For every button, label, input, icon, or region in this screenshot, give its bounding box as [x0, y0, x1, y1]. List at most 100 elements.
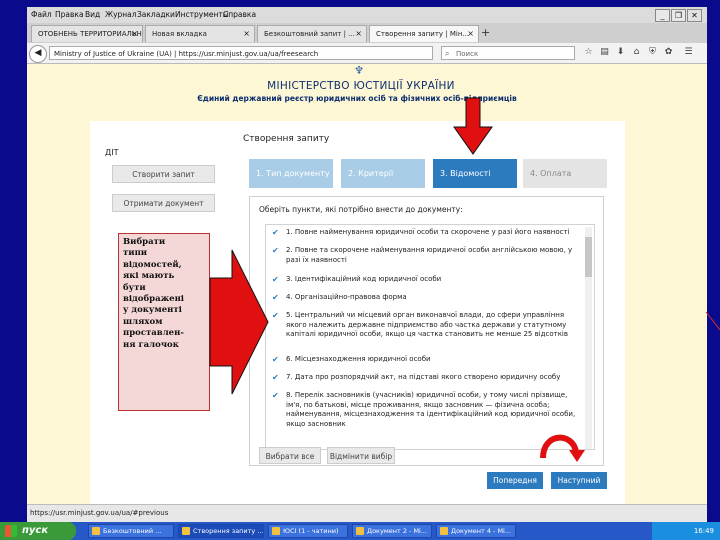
list-item[interactable]: ✔ 8. Перелік засновників (учасників) юри… — [272, 391, 582, 429]
item-label: 4. Організаційно-правова форма — [286, 293, 407, 301]
taskbar-item[interactable]: Безкоштовний ... — [88, 524, 174, 538]
search-input[interactable]: ⌕ Поиск — [441, 46, 575, 60]
windows-logo-icon — [5, 525, 17, 537]
tab-item[interactable]: Безкоштовний запит | ... × — [257, 25, 367, 42]
create-request-button[interactable]: Створити запит — [112, 165, 215, 183]
taskbar-item-label: Безкоштовний ... — [103, 527, 162, 535]
item-label: 2. Повне та скорочене найменування юриди… — [286, 246, 573, 264]
taskbar-item-label: Створення запиту ... — [193, 527, 264, 535]
annotation-note: Вибрати типи відомостей, які мають бути … — [118, 233, 210, 411]
trident-emblem-icon: ♆ — [354, 64, 364, 77]
checkbox-checked-icon[interactable]: ✔ — [272, 311, 279, 321]
tab-bar: ОТОБНЕНЬ ТЕРРИТОРИАЛЬНЕ ... × Новая вкла… — [27, 23, 707, 43]
menu-file[interactable]: Файл — [31, 10, 52, 19]
checkbox-checked-icon[interactable]: ✔ — [272, 293, 279, 303]
list-item[interactable]: ✔ 4. Організаційно-правова форма — [272, 293, 582, 303]
download-icon[interactable]: ⬇ — [615, 47, 626, 58]
window-icon — [92, 527, 100, 535]
taskbar-item-label: Документ 4 - Mi... — [451, 527, 512, 535]
checkbox-checked-icon[interactable]: ✔ — [272, 246, 279, 256]
list-item[interactable]: ✔ 6. Місцезнаходження юридичної особи — [272, 355, 582, 365]
menu-help[interactable]: Справка — [223, 10, 256, 19]
ministry-title: МІНІСТЕРСТВО ЮСТИЦІЇ УКРАЇНИ — [267, 80, 455, 92]
close-window-button[interactable]: ✕ — [687, 9, 702, 22]
word-icon — [356, 527, 364, 535]
menu-view[interactable]: Вид — [85, 10, 100, 19]
shield-icon[interactable]: ⛨ — [647, 47, 658, 58]
list-item[interactable]: ✔ 7. Дата про розпорядчий акт, на підста… — [272, 373, 582, 383]
checkbox-checked-icon[interactable]: ✔ — [272, 391, 279, 401]
step-payment: 4. Оплата — [523, 159, 607, 188]
menu-tools[interactable]: Инструменты — [175, 10, 229, 19]
extension-icon[interactable]: ✿ — [663, 47, 674, 58]
step-information[interactable]: 3. Відомості — [433, 159, 517, 188]
home-icon[interactable]: ⌂ — [631, 47, 642, 58]
tab-item-active[interactable]: Створення запиту | Мін... × — [369, 25, 479, 42]
menu-edit[interactable]: Правка — [55, 10, 84, 19]
taskbar-item[interactable]: ЮСІ (1 - чатини) — [268, 524, 348, 538]
menu-bar: Файл Правка Вид Журнал Закладки Инструме… — [27, 7, 707, 23]
checkbox-checked-icon[interactable]: ✔ — [272, 228, 279, 238]
minimize-button[interactable]: _ — [655, 9, 670, 22]
item-label: 3. Ідентифікаційний код юридичної особи — [286, 275, 442, 283]
step-document-type[interactable]: 1. Тип документу — [249, 159, 333, 188]
tab-label: Безкоштовний запит | ... — [264, 30, 355, 38]
next-button[interactable]: Наступний — [551, 472, 607, 489]
get-document-button[interactable]: Отримати документ — [112, 194, 215, 212]
list-item[interactable]: ✔ 3. Ідентифікаційний код юридичної особ… — [272, 275, 582, 285]
checkbox-checked-icon[interactable]: ✔ — [272, 373, 279, 383]
registry-subtitle: Єдиний державний реєстр юридичних осіб т… — [197, 94, 517, 103]
instruction-text: Оберіть пункти, які потрібно внести до д… — [259, 205, 463, 214]
reading-list-icon[interactable]: ▤ — [599, 47, 610, 58]
taskbar-item-active[interactable]: Створення запиту ... — [178, 524, 264, 538]
search-placeholder: Поиск — [456, 50, 479, 58]
tab-close-icon[interactable]: × — [355, 26, 362, 42]
address-bar[interactable]: Ministry of Justice of Ukraine (UA) | ht… — [49, 46, 433, 60]
menu-icon[interactable]: ☰ — [683, 47, 694, 58]
checkbox-checked-icon[interactable]: ✔ — [272, 355, 279, 365]
new-tab-icon[interactable]: + — [481, 27, 490, 38]
scrollbar-thumb[interactable] — [585, 237, 592, 277]
taskbar: пуск Безкоштовний ... Створення запиту .… — [0, 522, 720, 540]
step-search-criteria[interactable]: 2. Критерії пошуку — [341, 159, 425, 207]
star-icon[interactable]: ☆ — [583, 47, 594, 58]
menu-bookmarks[interactable]: Закладки — [137, 10, 175, 19]
deselect-button[interactable]: Відмінити вибір — [327, 447, 395, 464]
taskbar-item-label: ЮСІ (1 - чатини) — [283, 527, 339, 535]
item-label: 6. Місцезнаходження юридичної особи — [286, 355, 431, 363]
menu-history[interactable]: Журнал — [105, 10, 137, 19]
item-label: 7. Дата про розпорядчий акт, на підставі… — [286, 373, 561, 381]
status-bar: https://usr.minjust.gov.ua/ua/#previous — [27, 504, 707, 522]
list-item[interactable]: ✔ 5. Центральний чи місцевий орган викон… — [272, 311, 582, 340]
item-label: 1. Повне найменування юридичної особи та… — [286, 228, 570, 236]
list-scrollbar[interactable] — [585, 227, 592, 449]
items-list: ✔ 1. Повне найменування юридичної особи … — [265, 224, 595, 450]
search-icon: ⌕ — [445, 49, 450, 58]
navigation-bar: ◀ Ministry of Justice of Ukraine (UA) | … — [27, 43, 707, 64]
checkbox-checked-icon[interactable]: ✔ — [272, 275, 279, 285]
tab-item[interactable]: ОТОБНЕНЬ ТЕРРИТОРИАЛЬНЕ ... × — [31, 25, 143, 42]
item-label: 8. Перелік засновників (учасників) юриди… — [286, 391, 576, 428]
form-title: Створення запиту — [243, 134, 330, 144]
back-arrow-icon[interactable]: ◀ — [29, 45, 47, 63]
list-item[interactable]: ✔ 1. Повне найменування юридичної особи … — [272, 228, 582, 238]
section-label: ДІТ — [105, 148, 119, 157]
word-icon — [440, 527, 448, 535]
select-all-button[interactable]: Вибрати все — [259, 447, 321, 464]
tab-label: Новая вкладка — [152, 30, 207, 38]
maximize-button[interactable]: ❐ — [671, 9, 686, 22]
tab-label: Створення запиту | Мін... — [376, 30, 470, 38]
previous-button[interactable]: Попередня — [487, 472, 543, 489]
firefox-icon — [182, 527, 190, 535]
window-icon — [272, 527, 280, 535]
tab-close-icon[interactable]: × — [243, 26, 250, 42]
list-item[interactable]: ✔ 2. Повне та скорочене найменування юри… — [272, 246, 582, 265]
taskbar-item[interactable]: Документ 2 - Mi... — [352, 524, 432, 538]
start-button[interactable]: пуск — [0, 522, 76, 540]
taskbar-item[interactable]: Документ 4 - Mi... — [436, 524, 516, 538]
tab-close-icon[interactable]: × — [467, 26, 474, 42]
tab-item[interactable]: Новая вкладка × — [145, 25, 255, 42]
item-label: 5. Центральний чи місцевий орган виконав… — [286, 311, 568, 338]
tab-close-icon[interactable]: × — [131, 26, 138, 42]
taskbar-item-label: Документ 2 - Mi... — [367, 527, 428, 535]
